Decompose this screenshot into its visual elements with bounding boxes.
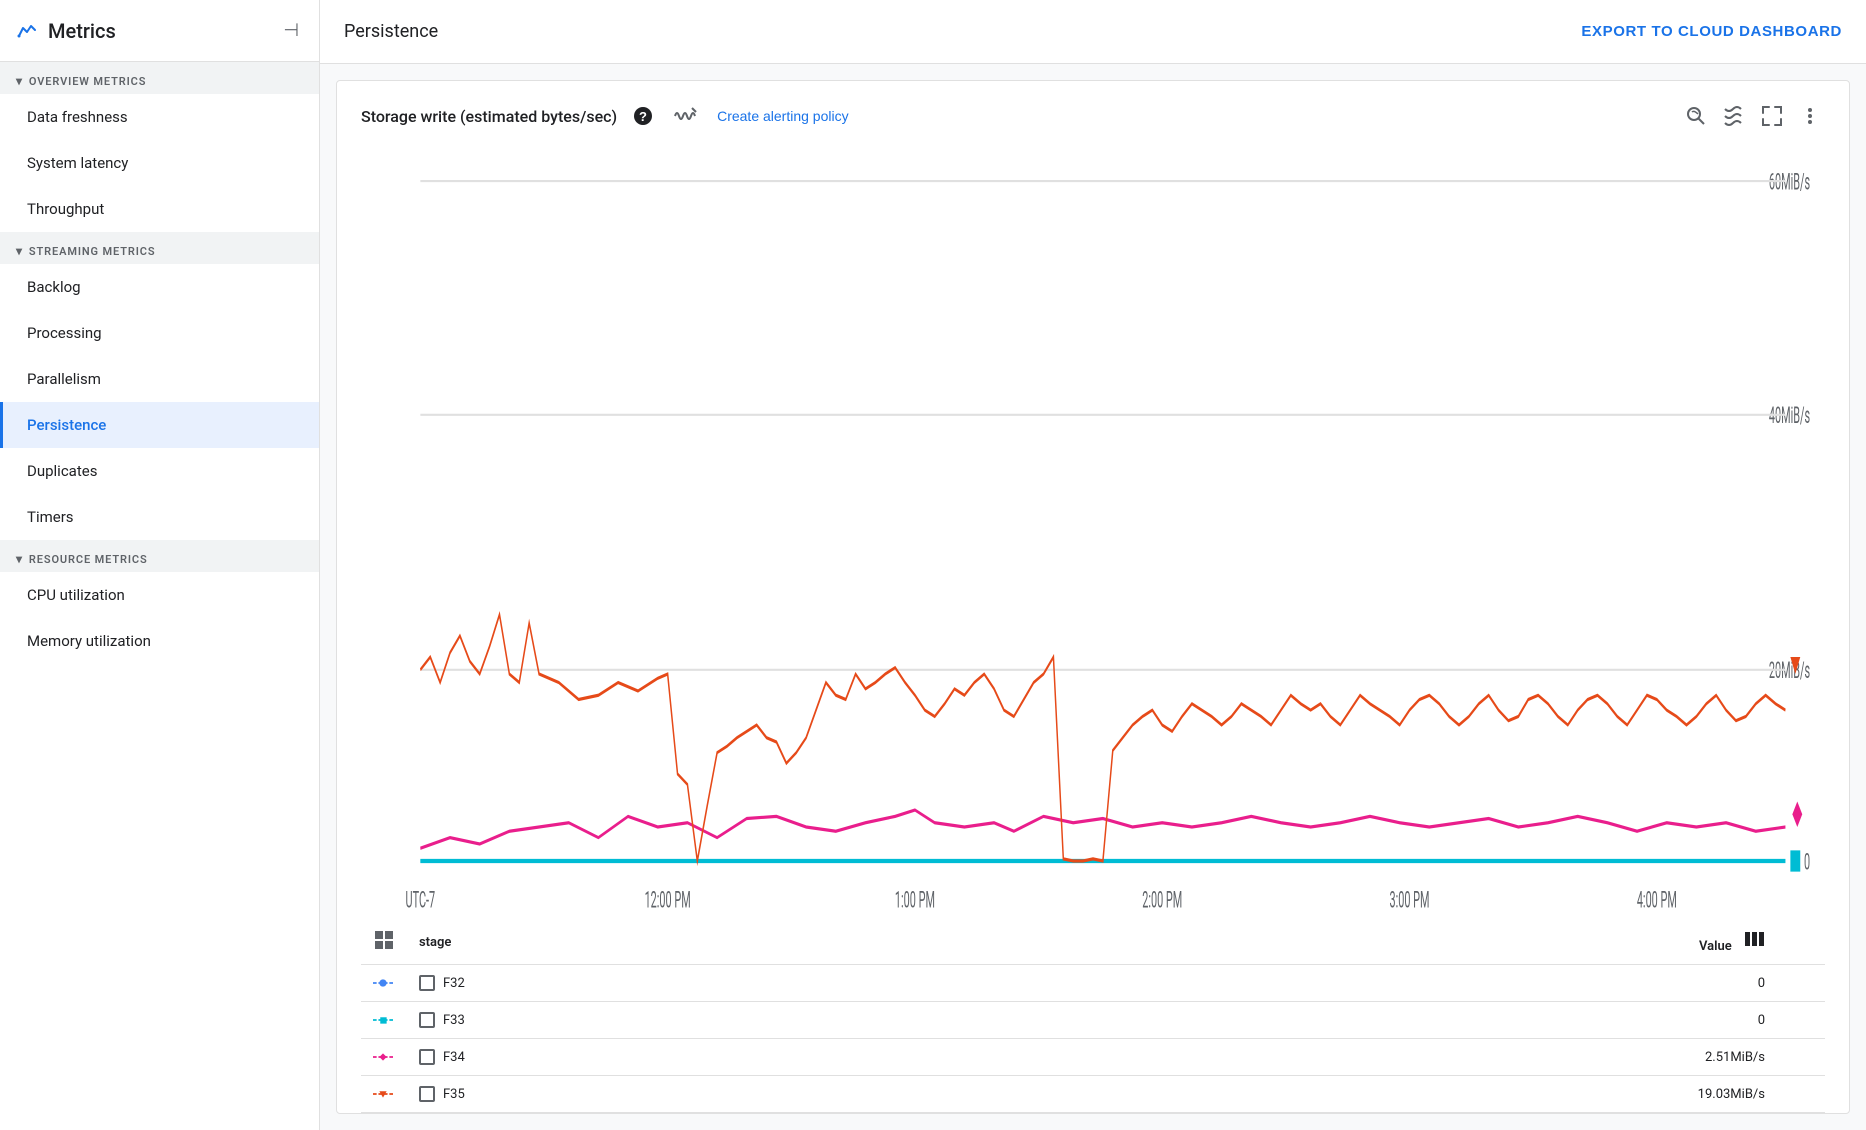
legend-marker-cell-f32 <box>361 965 407 1002</box>
legend-select-all-col <box>361 920 407 965</box>
sidebar-item-memory-utilization[interactable]: Memory utilization <box>0 618 319 664</box>
help-icon-button[interactable]: ? <box>629 102 657 130</box>
f34-checkbox[interactable] <box>419 1049 435 1065</box>
compare-icon <box>1723 105 1745 127</box>
section-streaming-metrics[interactable]: ▾ STREAMING METRICS <box>0 232 319 264</box>
stage-col-header: stage <box>407 920 880 965</box>
metrics-logo-icon <box>16 19 40 43</box>
svg-text:UTC-7: UTC-7 <box>406 887 436 912</box>
svg-text:20MiB/s: 20MiB/s <box>1769 658 1810 685</box>
svg-text:60MiB/s: 60MiB/s <box>1769 169 1810 196</box>
sidebar-item-cpu-utilization[interactable]: CPU utilization <box>0 572 319 618</box>
time-series-chart: 60MiB/s 40MiB/s 20MiB/s 0 UTC-7 12:00 PM… <box>361 147 1825 912</box>
topbar: Persistence EXPORT TO CLOUD DASHBOARD <box>320 0 1866 64</box>
legend-stage-cell-f34: F34 <box>407 1039 880 1076</box>
svg-text:40MiB/s: 40MiB/s <box>1769 403 1810 430</box>
svg-text:4:00 PM: 4:00 PM <box>1637 887 1677 912</box>
f35-line-marker <box>373 1088 393 1100</box>
more-options-icon-button[interactable] <box>1795 101 1825 131</box>
more-options-icon <box>1799 105 1821 127</box>
search-icon-button[interactable] <box>1681 101 1711 131</box>
sidebar-item-throughput[interactable]: Throughput <box>0 186 319 232</box>
section-overview-label: OVERVIEW METRICS <box>29 75 146 88</box>
chart-wave-icon <box>673 106 697 126</box>
f35-marker-icon <box>373 1088 393 1100</box>
table-row: F34 2.51MiB/s <box>361 1039 1825 1076</box>
sidebar: Metrics ⊣ ▾ OVERVIEW METRICS Data freshn… <box>0 0 320 1130</box>
section-overview-metrics[interactable]: ▾ OVERVIEW METRICS <box>0 62 319 94</box>
chart-type-icon-button[interactable] <box>669 102 701 130</box>
chart-title: Storage write (estimated bytes/sec) <box>361 107 617 126</box>
svg-text:3:00 PM: 3:00 PM <box>1390 887 1430 912</box>
f33-marker-icon <box>373 1014 393 1026</box>
svg-text:0: 0 <box>1804 849 1810 876</box>
svg-text:12:00 PM: 12:00 PM <box>645 887 691 912</box>
legend-stage-cell-f35: F35 <box>407 1076 880 1113</box>
chevron-down-icon-streaming: ▾ <box>16 244 23 258</box>
sidebar-item-backlog[interactable]: Backlog <box>0 264 319 310</box>
svg-text:1:00 PM: 1:00 PM <box>895 887 935 912</box>
f32-line-marker <box>373 977 393 989</box>
compare-icon-button[interactable] <box>1719 101 1749 131</box>
f32-checkbox[interactable] <box>419 975 435 991</box>
legend-table: stage Value <box>361 920 1825 1113</box>
sidebar-item-duplicates[interactable]: Duplicates <box>0 448 319 494</box>
sidebar-item-timers[interactable]: Timers <box>0 494 319 540</box>
f33-line-marker <box>373 1014 393 1026</box>
chevron-down-icon: ▾ <box>16 74 23 88</box>
legend-value-cell-f32: 0 <box>880 965 1825 1002</box>
sidebar-item-data-freshness[interactable]: Data freshness <box>0 94 319 140</box>
svg-text:2:00 PM: 2:00 PM <box>1142 887 1182 912</box>
collapse-button[interactable]: ⊣ <box>279 16 303 45</box>
table-row: F33 0 <box>361 1002 1825 1039</box>
search-icon <box>1685 105 1707 127</box>
table-row: F35 19.03MiB/s <box>361 1076 1825 1113</box>
legend-stage-cell-f32: F32 <box>407 965 880 1002</box>
chart-panel: Storage write (estimated bytes/sec) ? Cr… <box>336 80 1850 1114</box>
chevron-down-icon-resource: ▾ <box>16 552 23 566</box>
chart-action-icons <box>1681 101 1825 131</box>
section-resource-metrics[interactable]: ▾ RESOURCE METRICS <box>0 540 319 572</box>
legend-marker-cell-f35 <box>361 1076 407 1113</box>
legend-value-cell-f34: 2.51MiB/s <box>880 1039 1825 1076</box>
sidebar-item-parallelism[interactable]: Parallelism <box>0 356 319 402</box>
legend-marker-cell-f33 <box>361 1002 407 1039</box>
help-icon: ? <box>633 106 653 126</box>
page-title: Persistence <box>344 21 438 42</box>
sidebar-header: Metrics ⊣ <box>0 0 319 62</box>
section-streaming-label: STREAMING METRICS <box>29 245 156 258</box>
legend-value-cell-f33: 0 <box>880 1002 1825 1039</box>
section-resource-label: RESOURCE METRICS <box>29 553 148 566</box>
main-content: Persistence EXPORT TO CLOUD DASHBOARD St… <box>320 0 1866 1130</box>
chart-area[interactable]: 60MiB/s 40MiB/s 20MiB/s 0 UTC-7 12:00 PM… <box>361 147 1825 912</box>
fullscreen-icon <box>1761 105 1783 127</box>
sidebar-logo: Metrics <box>16 19 116 43</box>
chart-header: Storage write (estimated bytes/sec) ? Cr… <box>361 101 1825 131</box>
value-col-header: Value <box>880 920 1825 965</box>
sidebar-item-persistence[interactable]: Persistence <box>0 402 319 448</box>
svg-text:?: ? <box>639 109 647 124</box>
table-row: F32 0 <box>361 965 1825 1002</box>
legend-value-cell-f35: 19.03MiB/s <box>880 1076 1825 1113</box>
sidebar-item-system-latency[interactable]: System latency <box>0 140 319 186</box>
f32-marker-icon <box>373 977 393 989</box>
column-view-button[interactable] <box>1743 928 1765 956</box>
f33-checkbox[interactable] <box>419 1012 435 1028</box>
stage-grid-icon <box>373 929 395 951</box>
legend-stage-cell-f33: F33 <box>407 1002 880 1039</box>
sidebar-item-processing[interactable]: Processing <box>0 310 319 356</box>
f34-line-marker <box>373 1051 393 1063</box>
export-to-cloud-button[interactable]: EXPORT TO CLOUD DASHBOARD <box>1581 23 1842 40</box>
f35-checkbox[interactable] <box>419 1086 435 1102</box>
legend-marker-cell-f34 <box>361 1039 407 1076</box>
create-alerting-policy-button[interactable]: Create alerting policy <box>717 108 849 124</box>
sidebar-title: Metrics <box>48 19 116 43</box>
fullscreen-icon-button[interactable] <box>1757 101 1787 131</box>
f34-marker-icon <box>373 1051 393 1063</box>
columns-icon <box>1743 928 1765 950</box>
